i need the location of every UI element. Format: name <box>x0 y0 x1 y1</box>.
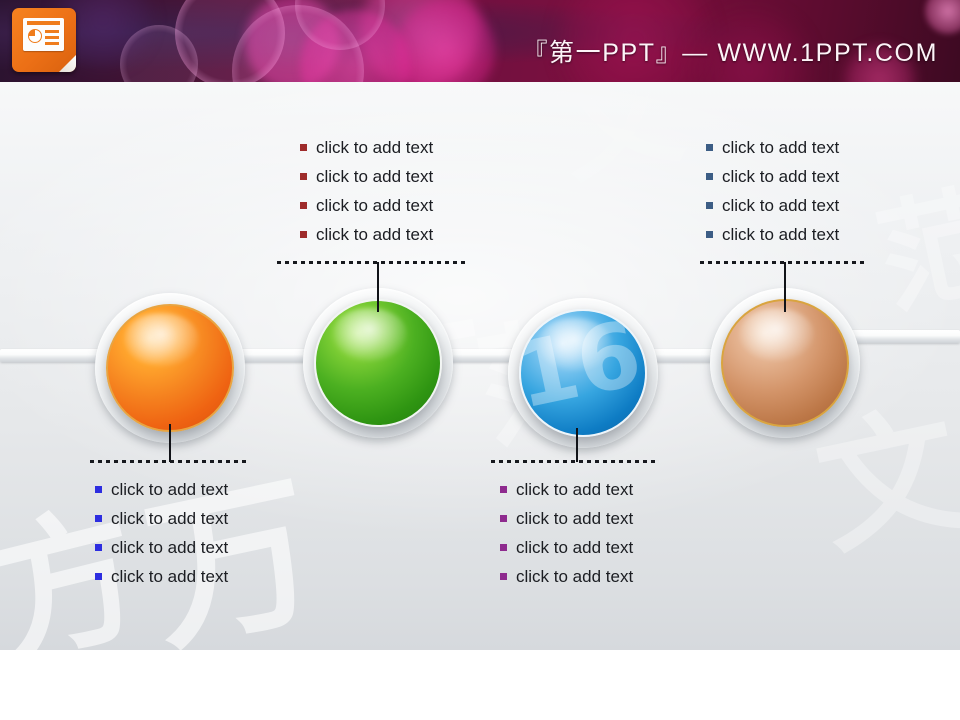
connector-dotted-line-bottom-middle <box>491 460 659 463</box>
bullet-list-item[interactable]: click to add text <box>706 133 839 162</box>
bullet-square-icon <box>95 515 102 522</box>
bullet-square-icon <box>500 573 507 580</box>
bullet-square-icon <box>300 173 307 180</box>
bullet-text: click to add text <box>722 137 840 157</box>
bullet-square-icon <box>300 231 307 238</box>
bullet-square-icon <box>300 144 307 151</box>
powerpoint-document-icon <box>12 8 76 72</box>
bullet-square-icon <box>500 486 507 493</box>
bullet-square-icon <box>95 486 102 493</box>
background-watermark: 文 <box>546 82 694 202</box>
connector-stem-bottom-left <box>169 424 171 462</box>
bullet-list-item[interactable]: click to add text <box>300 220 433 249</box>
bullet-text: click to add text <box>516 508 634 528</box>
bullet-list-item[interactable]: click to add text <box>300 162 433 191</box>
connector-stem-top-right <box>784 262 786 312</box>
bullet-list-item[interactable]: click to add text <box>706 162 839 191</box>
sphere-watermark: 16 <box>519 309 647 430</box>
bullet-square-icon <box>706 144 713 151</box>
timeline-rail-segment <box>848 330 960 343</box>
bullet-text: click to add text <box>722 224 840 244</box>
bullet-list-item[interactable]: click to add text <box>706 191 839 220</box>
bullet-text: click to add text <box>316 224 434 244</box>
bullet-square-icon <box>706 231 713 238</box>
bullet-list-item[interactable]: click to add text <box>95 504 228 533</box>
bullet-list-item[interactable]: click to add text <box>95 475 228 504</box>
pie-chart-icon <box>28 29 42 43</box>
logo-text-line <box>45 36 59 39</box>
bullet-list-item[interactable]: click to add text <box>706 220 839 249</box>
text-block-bottom-middle: click to add text click to add text clic… <box>500 475 633 591</box>
bullet-square-icon <box>500 544 507 551</box>
bullet-text: click to add text <box>111 479 229 499</box>
bullet-text: click to add text <box>516 479 634 499</box>
bullet-text: click to add text <box>111 537 229 557</box>
background-watermark: 范 <box>866 171 960 332</box>
connector-dotted-line-top-left <box>277 261 465 264</box>
logo-title-bar <box>27 21 60 25</box>
connector-stem-bottom-middle <box>576 428 578 462</box>
bullet-text: click to add text <box>316 195 434 215</box>
text-block-top-right: click to add text click to add text clic… <box>706 133 839 249</box>
bullet-text: click to add text <box>111 508 229 528</box>
sphere-orb <box>314 299 442 427</box>
sphere-orb <box>106 304 234 432</box>
connector-stem-top-left <box>377 262 379 312</box>
bullet-square-icon <box>95 573 102 580</box>
text-block-bottom-left: click to add text click to add text clic… <box>95 475 228 591</box>
bullet-text: click to add text <box>111 566 229 586</box>
bullet-square-icon <box>706 173 713 180</box>
bullet-list-item[interactable]: click to add text <box>500 504 633 533</box>
bullet-text: click to add text <box>722 166 840 186</box>
bullet-list-item[interactable]: click to add text <box>95 533 228 562</box>
connector-dotted-line-bottom-left <box>90 460 248 463</box>
bullet-text: click to add text <box>722 195 840 215</box>
orange-sphere[interactable] <box>95 293 245 443</box>
slide-canvas: 『第一PPT』— WWW.1PPT.COM 文 一 范 范 文 方 万 16 <box>0 0 960 720</box>
bokeh-circle <box>925 0 960 34</box>
site-branding-title: 『第一PPT』— WWW.1PPT.COM <box>522 39 938 67</box>
bullet-list-item[interactable]: click to add text <box>95 562 228 591</box>
top-banner: 『第一PPT』— WWW.1PPT.COM <box>0 0 960 82</box>
bullet-list-item[interactable]: click to add text <box>500 562 633 591</box>
sphere-orb <box>721 299 849 427</box>
bullet-text: click to add text <box>316 137 434 157</box>
footer-bar: 范 第一PPT HTTP://WWW.1PPT.COM <box>0 650 960 720</box>
connector-dotted-line-top-right <box>700 261 868 264</box>
bullet-text: click to add text <box>316 166 434 186</box>
bullet-text: click to add text <box>516 537 634 557</box>
blue-sphere[interactable]: 16 <box>508 298 658 448</box>
text-block-top-left: click to add text click to add text clic… <box>300 133 433 249</box>
bullet-square-icon <box>500 515 507 522</box>
bullet-list-item[interactable]: click to add text <box>500 533 633 562</box>
bullet-square-icon <box>95 544 102 551</box>
logo-slide-card <box>23 18 64 51</box>
bullet-square-icon <box>706 202 713 209</box>
bullet-text: click to add text <box>516 566 634 586</box>
logo-text-line <box>45 42 59 45</box>
bullet-list-item[interactable]: click to add text <box>500 475 633 504</box>
bullet-square-icon <box>300 202 307 209</box>
bullet-list-item[interactable]: click to add text <box>300 191 433 220</box>
bullet-list-item[interactable]: click to add text <box>300 133 433 162</box>
logo-text-line <box>45 30 59 33</box>
sphere-orb: 16 <box>519 309 647 437</box>
